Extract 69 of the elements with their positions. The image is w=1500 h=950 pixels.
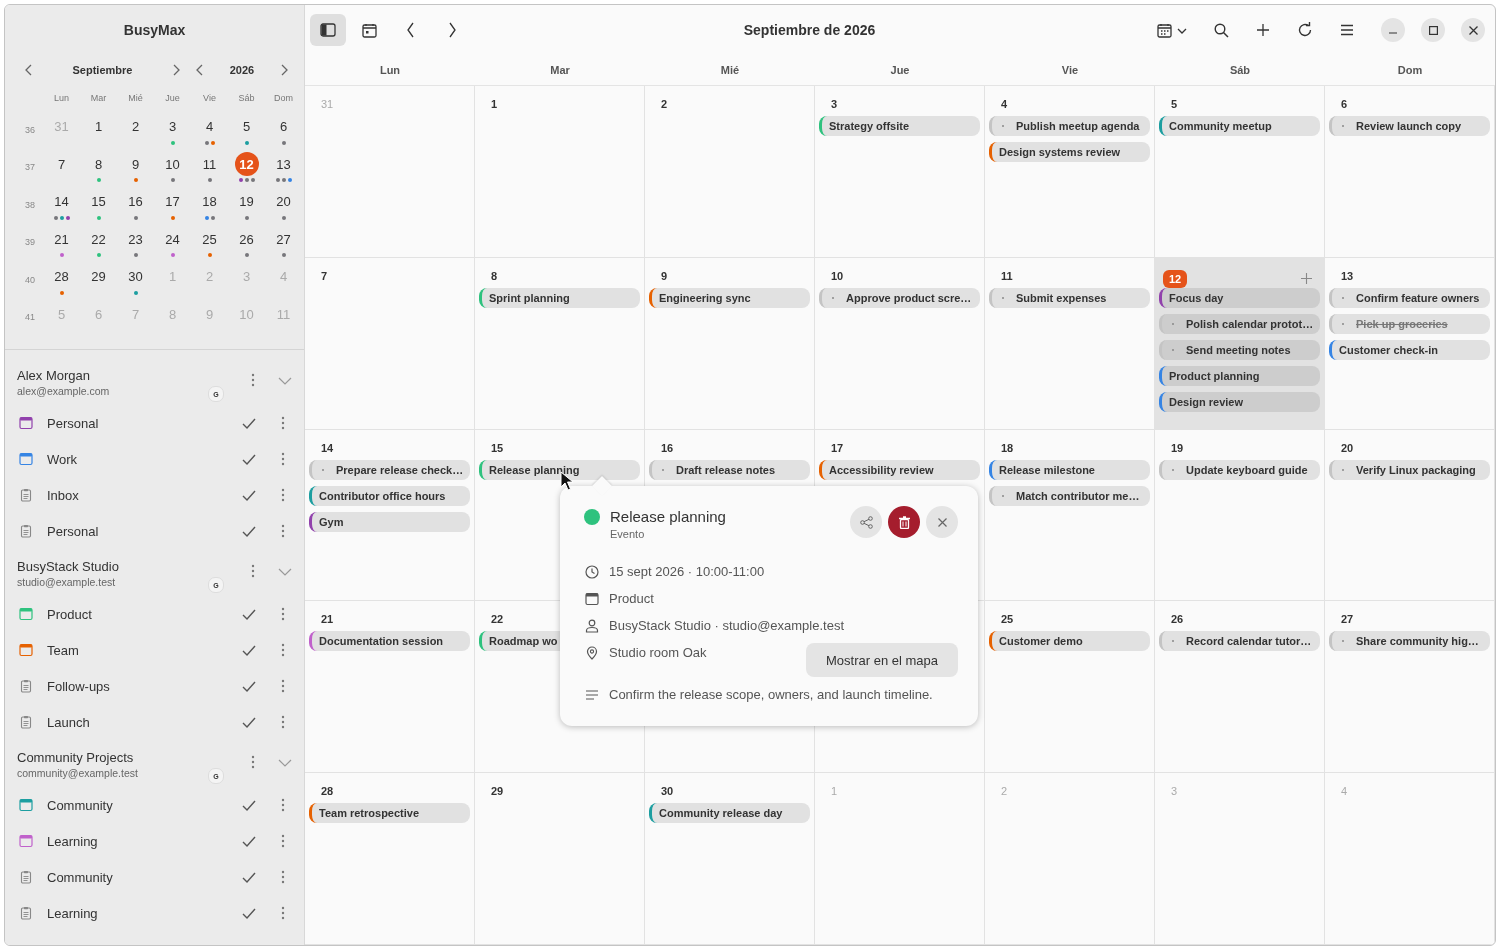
day-number: 4 bbox=[1001, 98, 1008, 110]
weekday-header: Jue bbox=[889, 64, 911, 76]
day-number: 25 bbox=[1001, 613, 1014, 626]
day-number: 3 bbox=[831, 98, 838, 110]
year-label: 2026 bbox=[228, 64, 256, 76]
week-number: 36 bbox=[25, 124, 35, 135]
weekday-header: Mié bbox=[719, 64, 741, 76]
day-number: 30 bbox=[661, 785, 674, 798]
day-number: 18 bbox=[1001, 441, 1014, 454]
day-number: 2 bbox=[661, 98, 668, 110]
day-number: 29 bbox=[491, 785, 504, 798]
day-number: 10 bbox=[831, 269, 844, 282]
weekday-label: Dom bbox=[274, 93, 293, 103]
week-number: 39 bbox=[25, 237, 35, 248]
day-number: 1 bbox=[831, 785, 838, 798]
day-number: 19 bbox=[1171, 441, 1184, 454]
app-title: BusyMax bbox=[123, 22, 186, 38]
week-number: 41 bbox=[25, 312, 35, 323]
weekday-label: Mar bbox=[90, 93, 107, 103]
day-number: 16 bbox=[661, 441, 674, 454]
day-number: 8 bbox=[491, 269, 498, 282]
day-number: 1 bbox=[491, 98, 498, 110]
weekday-header: Mar bbox=[549, 64, 571, 76]
day-number: 27 bbox=[1341, 613, 1354, 626]
account-email: alex@example.com bbox=[17, 384, 111, 398]
account-email: studio@example.test bbox=[17, 575, 117, 589]
week-number: 38 bbox=[25, 199, 35, 210]
weekday-label: Vie bbox=[203, 93, 216, 103]
weekday-label: Lun bbox=[54, 93, 69, 103]
account-email: community@example.test bbox=[17, 766, 139, 780]
weekday-label: Jue bbox=[165, 93, 180, 103]
day-number: 21 bbox=[321, 613, 334, 626]
month-label: Septiembre bbox=[71, 64, 134, 76]
event-title: Release planning bbox=[610, 507, 727, 527]
day-number: 3 bbox=[1171, 785, 1178, 798]
event-calendar: Product bbox=[609, 591, 654, 606]
day-number: 7 bbox=[321, 269, 328, 282]
day-number: 28 bbox=[321, 785, 334, 798]
weekday-header: Lun bbox=[378, 64, 402, 76]
week-number: 40 bbox=[25, 274, 35, 285]
account-name: BusyStack Studio bbox=[17, 559, 120, 575]
weekday-label: Mié bbox=[128, 93, 143, 103]
day-number: 20 bbox=[1341, 441, 1354, 454]
day-number: 22 bbox=[491, 613, 504, 626]
day-number: 13 bbox=[1341, 269, 1354, 282]
account-name: Alex Morgan bbox=[17, 368, 91, 384]
weekday-header: Vie bbox=[1060, 64, 1080, 76]
day-number: 12 bbox=[1163, 269, 1188, 288]
day-number: 5 bbox=[1171, 98, 1178, 110]
day-number: 2 bbox=[1001, 785, 1008, 798]
window-title: Septiembre de 2026 bbox=[743, 22, 876, 38]
day-number: 15 bbox=[491, 441, 504, 454]
event-type: Evento bbox=[610, 528, 646, 540]
weekday-header: Dom bbox=[1396, 64, 1424, 76]
event-account: BusyStack Studio · studio@example.test bbox=[609, 618, 845, 633]
day-number: 4 bbox=[1341, 785, 1348, 798]
day-number: 14 bbox=[321, 441, 334, 454]
week-number: 37 bbox=[25, 162, 35, 173]
weekday-header: Sáb bbox=[1228, 64, 1252, 76]
account-name: Community Projects bbox=[17, 750, 135, 766]
day-number: 31 bbox=[321, 98, 334, 110]
weekday-label: Sáb bbox=[238, 93, 255, 103]
day-number: 9 bbox=[661, 269, 668, 282]
event-description: Confirm the release scope, owners, and launch timeline. bbox=[609, 687, 933, 702]
event-time: 15 sept 2026 · 10:00-11:00 bbox=[609, 564, 765, 579]
day-number: 11 bbox=[1001, 269, 1013, 282]
day-number: 6 bbox=[1341, 98, 1348, 110]
day-number: 17 bbox=[831, 441, 844, 454]
day-number: 26 bbox=[1171, 613, 1184, 626]
